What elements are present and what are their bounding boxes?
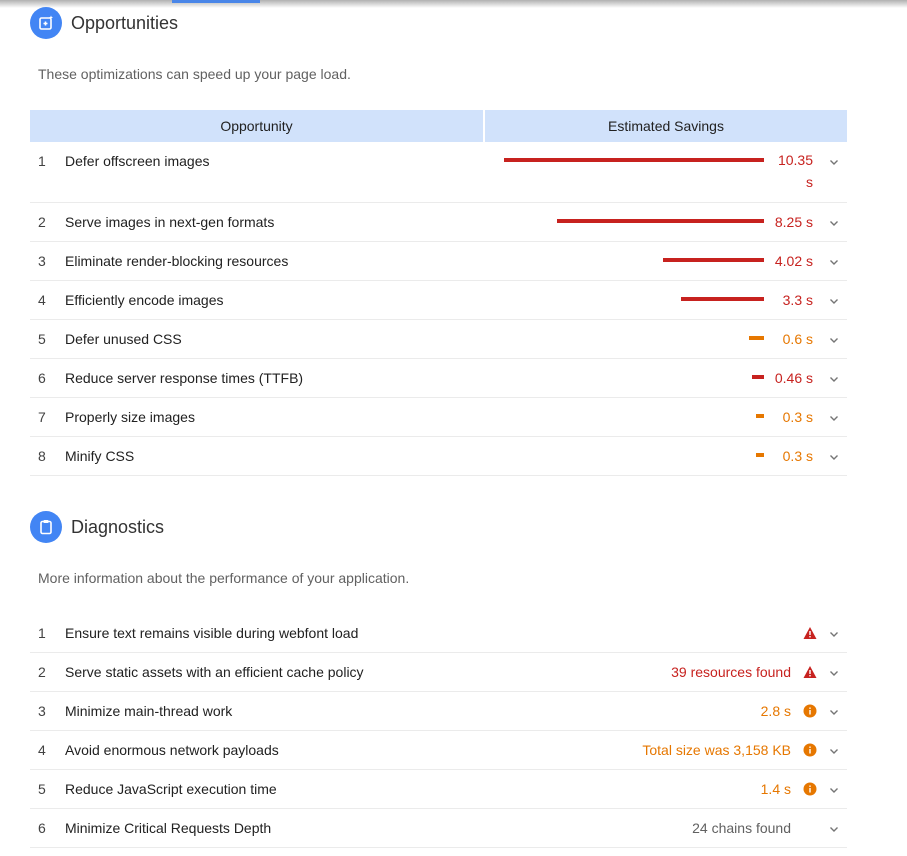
savings-bar: [752, 375, 764, 379]
diagnostic-title: Serve static assets with an efficient ca…: [65, 664, 364, 680]
row-index: 2: [38, 664, 46, 680]
opportunities-list: 1 Defer offscreen images 10.35 s 2 Serve imag…: [30, 142, 847, 476]
warning-triangle-icon: [803, 626, 817, 640]
chevron-down-icon[interactable]: [829, 332, 839, 343]
opportunities-title: Opportunities: [71, 12, 179, 33]
savings-value: 0.46 s: [774, 370, 813, 386]
diagnostic-row[interactable]: 3 Minimize main-thread work 2.8 s: [30, 692, 847, 731]
opportunity-row[interactable]: 6 Reduce server response times (TTFB) 0.46…: [30, 359, 847, 398]
savings-value: 4.02 s: [774, 253, 813, 269]
diagnostic-title: Minimize Critical Requests Depth: [65, 820, 272, 836]
row-index: 1: [38, 153, 46, 169]
row-index: 5: [38, 781, 46, 797]
opportunity-title: Serve images in next-gen formats: [65, 214, 275, 230]
diagnostics-description: More information about the performance o…: [38, 570, 410, 586]
opportunity-title: Defer unused CSS: [65, 331, 182, 347]
column-estimated-savings: Estimated Savings: [608, 118, 724, 134]
row-index: 6: [38, 820, 46, 836]
opportunity-icon: [30, 7, 62, 39]
savings-bar: [663, 258, 764, 262]
savings-bar: [681, 297, 764, 301]
savings-bar: [557, 219, 764, 223]
clipboard-icon: [30, 511, 62, 543]
savings-bar: [756, 453, 764, 457]
info-circle-icon: [803, 743, 817, 757]
opportunity-title: Defer offscreen images: [65, 153, 210, 169]
chevron-down-icon[interactable]: [829, 626, 839, 637]
diagnostic-row[interactable]: 2 Serve static assets with an efficient c…: [30, 653, 847, 692]
diagnostic-value: 24 chains found: [692, 820, 791, 836]
row-index: 5: [38, 331, 46, 347]
row-index: 8: [38, 448, 46, 464]
savings-value: 0.3 s: [782, 448, 813, 464]
savings-bar: [504, 158, 764, 162]
diagnostic-value: 1.4 s: [760, 781, 791, 797]
chevron-down-icon[interactable]: [829, 821, 839, 832]
diagnostic-title: Reduce JavaScript execution time: [65, 781, 277, 797]
diagnostic-row[interactable]: 5 Reduce JavaScript execution time 1.4 s: [30, 770, 847, 809]
opportunity-row[interactable]: 5 Defer unused CSS 0.6 s: [30, 320, 847, 359]
info-circle-icon: [803, 704, 817, 718]
info-circle-icon: [803, 782, 817, 796]
diagnostic-row[interactable]: 1 Ensure text remains visible during webf…: [30, 614, 847, 653]
opportunity-title: Properly size images: [65, 409, 195, 425]
row-index: 3: [38, 253, 46, 269]
chevron-down-icon[interactable]: [829, 154, 839, 165]
diagnostic-title: Minimize main-thread work: [65, 703, 233, 719]
opportunity-row[interactable]: 1 Defer offscreen images 10.35 s: [30, 142, 847, 203]
active-tab-indicator: [172, 0, 260, 3]
diagnostics-title: Diagnostics: [71, 516, 165, 537]
opportunity-row[interactable]: 4 Efficiently encode images 3.3 s: [30, 281, 847, 320]
row-index: 6: [38, 370, 46, 386]
row-index: 1: [38, 625, 46, 641]
diagnostic-row[interactable]: 4 Avoid enormous network payloads Total si…: [30, 731, 847, 770]
row-index: 4: [38, 742, 46, 758]
opportunities-header: Opportunities: [30, 7, 178, 39]
savings-value: 3.3 s: [782, 292, 813, 308]
row-index: 4: [38, 292, 46, 308]
diagnostic-row[interactable]: 6 Minimize Critical Requests Depth 24 chai…: [30, 809, 847, 848]
savings-bar: [756, 414, 764, 418]
opportunity-title: Minify CSS: [65, 448, 135, 464]
savings-value: 8.25 s: [774, 214, 813, 230]
opportunity-row[interactable]: 3 Eliminate render-blocking resources 4.02…: [30, 242, 847, 281]
chevron-down-icon[interactable]: [829, 410, 839, 421]
savings-value: 0.3 s: [782, 409, 813, 425]
diagnostic-title: Ensure text remains visible during webfo…: [65, 625, 359, 641]
column-opportunity: Opportunity: [30, 110, 485, 142]
chevron-down-icon[interactable]: [829, 215, 839, 226]
row-index: 3: [38, 703, 46, 719]
chevron-down-icon[interactable]: [829, 371, 839, 382]
chevron-down-icon[interactable]: [829, 254, 839, 265]
chevron-down-icon[interactable]: [829, 449, 839, 460]
row-index: 2: [38, 214, 46, 230]
savings-value: 0.6 s: [782, 331, 813, 347]
diagnostics-header: Diagnostics: [30, 511, 164, 543]
savings-bar: [749, 336, 764, 340]
opportunity-title: Reduce server response times (TTFB): [65, 370, 304, 386]
chevron-down-icon[interactable]: [829, 704, 839, 715]
savings-value: 10.35 s: [777, 152, 813, 190]
chevron-down-icon[interactable]: [829, 782, 839, 793]
opportunity-title: Eliminate render-blocking resources: [65, 253, 289, 269]
opportunities-table-header: Opportunity Estimated Savings: [30, 110, 847, 142]
chevron-down-icon[interactable]: [829, 665, 839, 676]
opportunity-row[interactable]: 7 Properly size images 0.3 s: [30, 398, 847, 437]
diagnostic-value: 2.8 s: [760, 703, 791, 719]
chevron-down-icon[interactable]: [829, 293, 839, 304]
diagnostics-list: 1 Ensure text remains visible during webf…: [30, 614, 847, 848]
chevron-down-icon[interactable]: [829, 743, 839, 754]
row-index: 7: [38, 409, 46, 425]
diagnostic-value: Total size was 3,158 KB: [642, 742, 791, 758]
opportunity-title: Efficiently encode images: [65, 292, 224, 308]
warning-triangle-icon: [803, 665, 817, 679]
diagnostic-title: Avoid enormous network payloads: [65, 742, 279, 758]
opportunity-row[interactable]: 2 Serve images in next-gen formats 8.25 s: [30, 203, 847, 242]
opportunity-row[interactable]: 8 Minify CSS 0.3 s: [30, 437, 847, 476]
diagnostic-value: 39 resources found: [671, 664, 791, 680]
opportunities-description: These optimizations can speed up your pa…: [38, 66, 351, 82]
